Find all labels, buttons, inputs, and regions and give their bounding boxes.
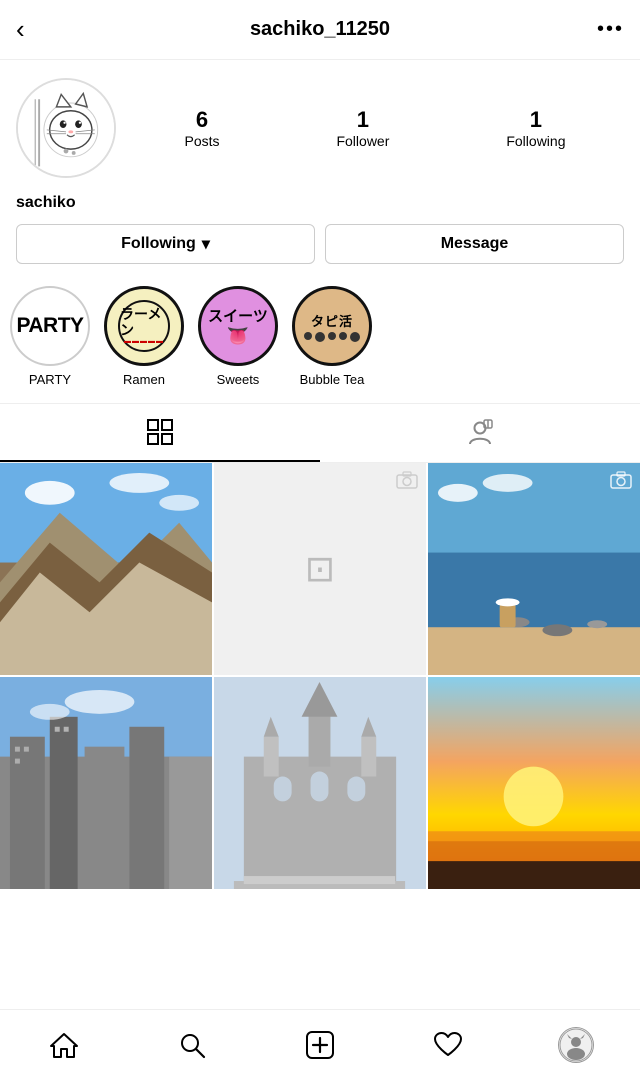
camera-overlay-icon	[396, 471, 418, 495]
highlight-party[interactable]: PARTY PARTY	[10, 286, 90, 387]
profile-top: 6 Posts 1 Follower 1 Following	[0, 60, 640, 188]
bottom-nav	[0, 1009, 640, 1079]
highlight-sweets[interactable]: スイーツ 👅 Sweets	[198, 286, 278, 387]
nav-home[interactable]	[36, 1017, 92, 1073]
highlight-bubble-circle: タピ活	[292, 286, 372, 366]
photo-grid: ⊡	[0, 463, 640, 889]
highlight-party-label: PARTY	[29, 372, 71, 387]
message-button-label: Message	[441, 235, 509, 253]
nav-avatar	[558, 1027, 594, 1063]
highlight-ramen[interactable]: ラーメン ▬▬▬▬▬ Ramen	[104, 286, 184, 387]
highlight-party-inner-text: PARTY	[16, 314, 83, 338]
bubble-dot-5	[350, 332, 360, 342]
highlight-ramen-text: ラーメン	[120, 307, 168, 338]
highlight-sweets-label: Sweets	[217, 372, 260, 387]
chevron-down-icon: ▾	[202, 234, 210, 254]
heart-icon	[433, 1031, 463, 1059]
highlight-ramen-inner: ラーメン ▬▬▬▬▬	[118, 300, 170, 352]
more-options-button[interactable]: •••	[588, 18, 624, 41]
posts-stat[interactable]: 6 Posts	[184, 107, 219, 149]
following-label: Following	[506, 133, 565, 149]
bubble-dot-4	[339, 332, 347, 340]
back-button[interactable]: ‹	[16, 14, 52, 45]
followers-count: 1	[357, 107, 369, 133]
highlight-sweets-text-jp: スイーツ	[208, 305, 268, 326]
home-icon	[49, 1031, 79, 1059]
grid-cell-3[interactable]	[428, 463, 640, 675]
highlight-sweets-inner: スイーツ 👅	[208, 305, 268, 347]
highlight-sweets-emoji: 👅	[227, 326, 249, 347]
profile-name: sachiko	[0, 188, 640, 224]
tabs	[0, 403, 640, 463]
following-count: 1	[530, 107, 542, 133]
nav-profile[interactable]	[548, 1017, 604, 1073]
header: ‹ sachiko_11250 •••	[0, 0, 640, 60]
search-icon	[178, 1031, 206, 1059]
person-tag-icon	[466, 418, 494, 446]
highlight-ramen-circle: ラーメン ▬▬▬▬▬	[104, 286, 184, 366]
grid-cell-6[interactable]	[428, 677, 640, 889]
highlight-ramen-sub: ▬▬▬▬▬	[124, 338, 164, 345]
avatar[interactable]	[16, 78, 116, 178]
grid-cell-5[interactable]	[214, 677, 426, 889]
nav-add[interactable]	[292, 1017, 348, 1073]
posts-count: 6	[196, 107, 208, 133]
empty-cell-icon: ⊡	[305, 548, 335, 590]
tab-grid[interactable]	[0, 404, 320, 462]
grid-cell-4[interactable]	[0, 677, 212, 889]
grid-cell-2[interactable]: ⊡	[214, 463, 426, 675]
followers-label: Follower	[336, 133, 389, 149]
highlight-bubble-text: タピ活	[311, 311, 353, 330]
highlights-row: PARTY PARTY ラーメン ▬▬▬▬▬ Ramen スイーツ 👅 Swee…	[0, 278, 640, 403]
bubble-dot-2	[315, 332, 325, 342]
profile-buttons: Following ▾ Message	[0, 224, 640, 278]
highlight-ramen-label: Ramen	[123, 372, 165, 387]
tab-tagged[interactable]	[320, 404, 640, 462]
stats-area: 6 Posts 1 Follower 1 Following	[126, 107, 624, 149]
nav-search[interactable]	[164, 1017, 220, 1073]
posts-label: Posts	[184, 133, 219, 149]
highlight-bubble-label: Bubble Tea	[300, 372, 365, 387]
grid-icon	[146, 418, 174, 446]
following-button[interactable]: Following ▾	[16, 224, 315, 264]
camera-overlay-icon-3	[610, 471, 632, 495]
grid-cell-1[interactable]	[0, 463, 212, 675]
following-button-label: Following	[121, 235, 196, 253]
add-icon	[305, 1030, 335, 1060]
highlight-bubble-dots	[304, 332, 360, 342]
highlight-party-circle: PARTY	[10, 286, 90, 366]
photo-grid-wrapper: ⊡	[0, 463, 640, 959]
highlight-sweets-circle: スイーツ 👅	[198, 286, 278, 366]
bubble-dot-3	[328, 332, 336, 340]
highlight-bubble-tea[interactable]: タピ活 Bubble Tea	[292, 286, 372, 387]
bubble-dot-1	[304, 332, 312, 340]
nav-heart[interactable]	[420, 1017, 476, 1073]
message-button[interactable]: Message	[325, 224, 624, 264]
following-stat[interactable]: 1 Following	[506, 107, 565, 149]
username-title: sachiko_11250	[250, 18, 390, 41]
followers-stat[interactable]: 1 Follower	[336, 107, 389, 149]
